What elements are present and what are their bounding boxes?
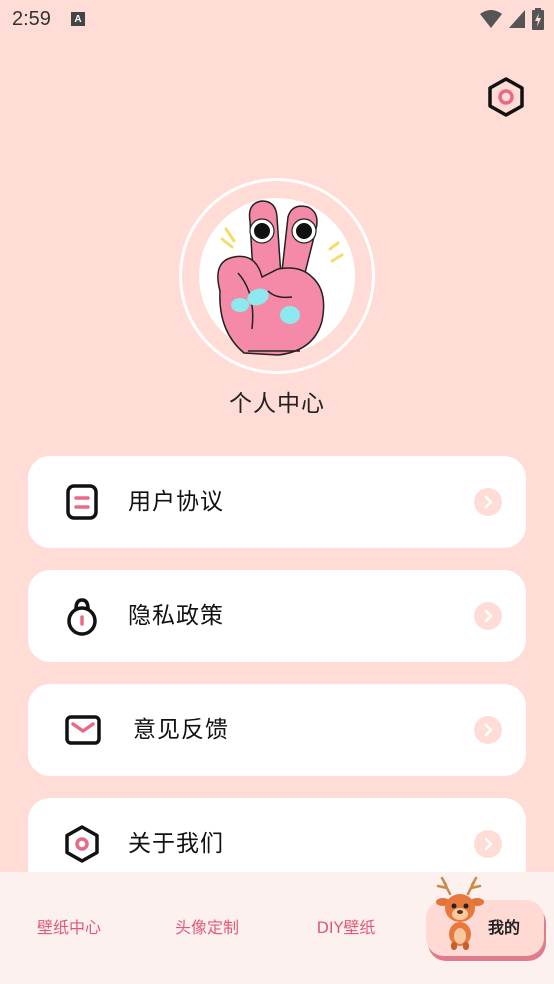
hexagon-icon [65, 825, 99, 863]
status-icons [480, 8, 544, 30]
lock-icon [67, 598, 97, 636]
chevron-right-icon [474, 830, 502, 858]
deer-mascot-icon [436, 876, 484, 950]
avatar[interactable] [179, 178, 375, 374]
page-title: 个人中心 [229, 391, 325, 417]
document-icon [66, 484, 98, 520]
chevron-right-icon [474, 602, 502, 630]
settings-button[interactable] [486, 76, 526, 118]
chevron-right-icon [474, 716, 502, 744]
chevron-right-icon [474, 488, 502, 516]
mail-icon [65, 715, 101, 745]
nav-item-mine-label: 我的 [488, 918, 521, 937]
status-time: 2:59 [12, 7, 51, 30]
menu-item-label: 意见反馈 [133, 717, 229, 743]
peace-hand-avatar-image [199, 198, 355, 356]
status-bar: 2:59 A [0, 0, 554, 38]
battery-icon [532, 8, 544, 30]
notification-icon: A [70, 12, 85, 26]
menu-item-label: 用户协议 [128, 489, 224, 515]
signal-icon [509, 10, 525, 28]
nav-item-avatar-custom[interactable]: 头像定制 [152, 872, 262, 984]
nav-item-wallpaper-center[interactable]: 壁纸中心 [14, 872, 124, 984]
nav-item-diy-wallpaper[interactable]: DIY壁纸 [291, 872, 401, 984]
menu-item-label: 隐私政策 [128, 603, 224, 629]
menu-item-feedback[interactable]: 意见反馈 [28, 684, 526, 776]
menu-item-privacy-policy[interactable]: 隐私政策 [28, 570, 526, 662]
wifi-icon [480, 10, 502, 28]
settings-hexagon-icon [488, 77, 524, 117]
menu-item-user-agreement[interactable]: 用户协议 [28, 456, 526, 548]
